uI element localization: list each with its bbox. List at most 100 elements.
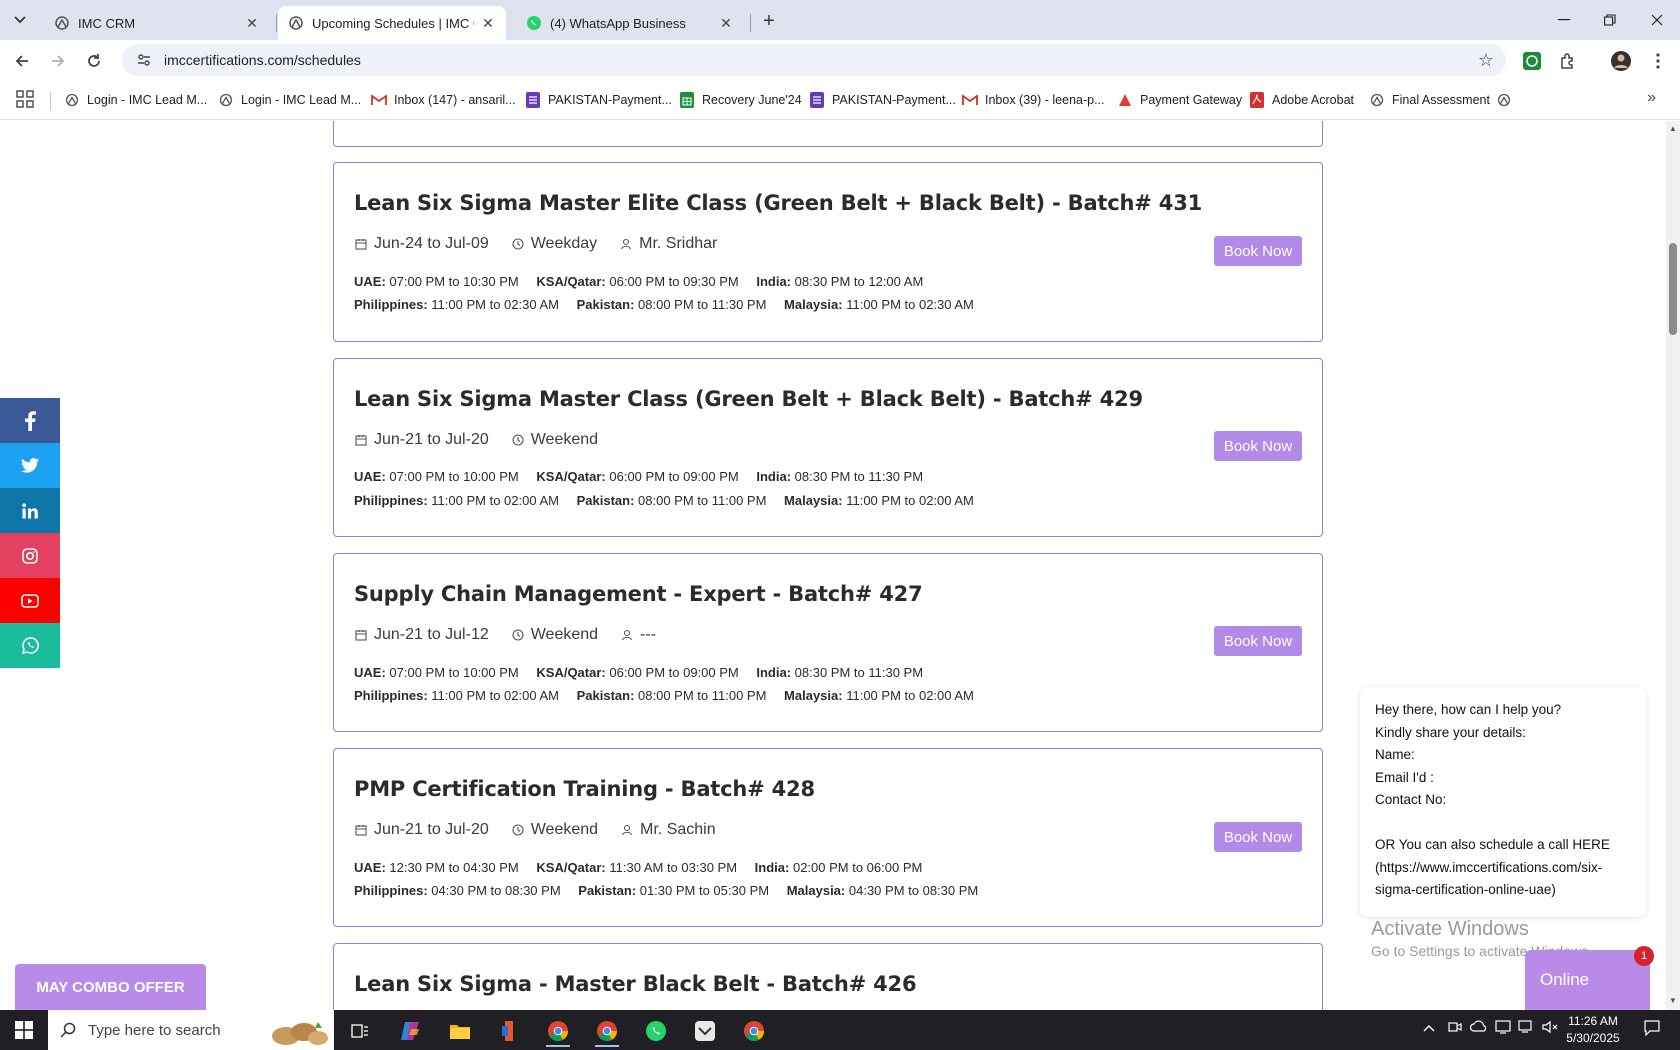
search-icon bbox=[60, 1022, 76, 1038]
close-icon[interactable]: ✕ bbox=[480, 15, 496, 31]
taskbar-search-box[interactable]: Type here to search bbox=[48, 1010, 334, 1050]
imc-logo-icon bbox=[218, 92, 234, 108]
profile-avatar[interactable] bbox=[1610, 50, 1632, 72]
whatsapp-share-button[interactable] bbox=[0, 623, 60, 668]
youtube-icon bbox=[21, 593, 39, 608]
restore-icon[interactable] bbox=[1598, 8, 1622, 32]
app-pinned-icon[interactable] bbox=[489, 1015, 529, 1047]
bookmarks-bar: Login - IMC Lead M... Login - IMC Lead M… bbox=[0, 80, 1680, 120]
bookmark-item[interactable]: Inbox (147) - ansaril... bbox=[371, 90, 516, 110]
copilot-icon[interactable] bbox=[390, 1015, 430, 1047]
trainer-text: Mr. Sridhar bbox=[639, 235, 718, 252]
bookmark-item[interactable]: Payment Gateway bbox=[1117, 90, 1242, 110]
scroll-up-arrow-icon[interactable]: ▲ bbox=[1669, 125, 1677, 133]
network-icon[interactable] bbox=[1518, 1020, 1534, 1037]
user-icon bbox=[620, 823, 634, 837]
dates-text: Jun-21 to Jul-12 bbox=[374, 626, 489, 643]
bookmark-label: Login - IMC Lead M... bbox=[241, 93, 362, 107]
windows-start-button[interactable] bbox=[0, 1010, 48, 1050]
timezone-row: Philippines: 04:30 PM to 08:30 PM Pakist… bbox=[354, 883, 979, 898]
facebook-share-button[interactable] bbox=[0, 398, 60, 443]
show-hidden-icons-chevron[interactable] bbox=[1423, 1020, 1435, 1035]
page-scrollbar[interactable]: ▲ ▼ bbox=[1666, 121, 1680, 1010]
book-now-button[interactable]: Book Now bbox=[1214, 626, 1302, 656]
window-close-icon[interactable] bbox=[1645, 8, 1669, 32]
bookmark-item[interactable] bbox=[1496, 90, 1519, 110]
book-now-button[interactable]: Book Now bbox=[1214, 431, 1302, 461]
linkedin-share-button[interactable] bbox=[0, 488, 60, 533]
file-explorer-icon[interactable] bbox=[440, 1015, 480, 1047]
site-info-icon[interactable] bbox=[136, 52, 152, 68]
adobe-acrobat-icon bbox=[1249, 92, 1265, 108]
close-icon[interactable]: ✕ bbox=[244, 15, 260, 31]
bookmark-label: Inbox (147) - ansaril... bbox=[394, 93, 516, 107]
youtube-share-button[interactable] bbox=[0, 578, 60, 623]
onedrive-cloud-icon[interactable] bbox=[1469, 1020, 1488, 1035]
close-icon[interactable]: ✕ bbox=[718, 15, 734, 31]
minimize-icon[interactable] bbox=[1552, 8, 1576, 32]
twitter-share-button[interactable] bbox=[0, 443, 60, 488]
book-now-button[interactable]: Book Now bbox=[1214, 822, 1302, 852]
chat-online-button[interactable]: Online bbox=[1525, 950, 1650, 1010]
bookmark-item[interactable]: PAKISTAN-Payment... bbox=[525, 90, 672, 110]
bookmark-item[interactable]: Recovery June'24 bbox=[679, 90, 802, 110]
bookmark-item[interactable]: PAKISTAN-Payment... bbox=[809, 90, 956, 110]
bookmark-item[interactable]: Login - IMC Lead M... bbox=[218, 90, 361, 110]
back-arrow-icon[interactable] bbox=[9, 48, 35, 74]
chat-notification-badge: 1 bbox=[1634, 946, 1654, 966]
bookmark-label: Login - IMC Lead M... bbox=[87, 93, 208, 107]
course-trainer: --- bbox=[620, 626, 656, 644]
chrome-taskbar-icon[interactable] bbox=[587, 1015, 627, 1047]
scroll-down-arrow-icon[interactable]: ▼ bbox=[1669, 997, 1677, 1005]
windows-taskbar: Type here to search 11:26 AM 5/30/2025 bbox=[0, 1010, 1680, 1050]
gmail-icon bbox=[371, 92, 387, 108]
clock-icon bbox=[511, 237, 525, 251]
book-now-button[interactable]: Book Now bbox=[1214, 236, 1302, 266]
timezone-row: Philippines: 11:00 PM to 02:00 AM Pakist… bbox=[354, 688, 974, 703]
windows-logo-icon bbox=[15, 1021, 33, 1039]
may-combo-offer-button[interactable]: MAY COMBO OFFER bbox=[15, 964, 206, 1010]
whatsapp-extension-icon[interactable] bbox=[1521, 50, 1543, 72]
bookmark-star-icon[interactable]: ☆ bbox=[1478, 50, 1494, 71]
search-placeholder: Type here to search bbox=[88, 1021, 221, 1039]
clock-app-icon[interactable] bbox=[685, 1015, 725, 1047]
reload-icon[interactable] bbox=[81, 48, 107, 74]
bookmark-item[interactable]: Adobe Acrobat bbox=[1249, 90, 1354, 110]
tab-whatsapp-business[interactable]: (4) WhatsApp Business ✕ bbox=[516, 6, 744, 40]
schedule-card: PMP Certification Training - Batch# 428 … bbox=[333, 748, 1323, 927]
forward-arrow-icon[interactable] bbox=[45, 48, 71, 74]
bookmark-label: Inbox (39) - leena-p... bbox=[985, 93, 1105, 107]
chrome-taskbar-icon[interactable] bbox=[538, 1015, 578, 1047]
instagram-share-button[interactable] bbox=[0, 533, 60, 578]
bookmarks-overflow-icon[interactable]: » bbox=[1647, 89, 1656, 107]
tab-imc-crm[interactable]: IMC CRM ✕ bbox=[44, 6, 270, 40]
extensions-puzzle-icon[interactable] bbox=[1557, 50, 1579, 72]
system-clock[interactable]: 11:26 AM 5/30/2025 bbox=[1553, 1013, 1633, 1047]
new-tab-button[interactable]: + bbox=[757, 9, 781, 33]
tab-upcoming-schedules[interactable]: Upcoming Schedules | IMC Certi ✕ bbox=[278, 6, 506, 40]
bookmark-item[interactable]: Login - IMC Lead M... bbox=[64, 90, 207, 110]
kebab-menu-icon[interactable] bbox=[1647, 50, 1669, 72]
whatsapp-icon bbox=[21, 637, 39, 654]
address-bar[interactable]: imccertifications.com/schedules ☆ bbox=[122, 44, 1506, 76]
course-trainer: Mr. Sachin bbox=[620, 821, 716, 839]
whatsapp-taskbar-icon[interactable] bbox=[636, 1015, 676, 1047]
meet-now-icon[interactable] bbox=[1448, 1020, 1462, 1037]
linkedin-icon bbox=[22, 502, 38, 518]
notifications-icon[interactable] bbox=[1644, 1020, 1660, 1039]
bookmark-item[interactable]: Final Assessment bbox=[1369, 90, 1490, 110]
timezone-row: Philippines: 11:00 PM to 02:30 AM Pakist… bbox=[354, 297, 974, 312]
tab-search-icon[interactable] bbox=[8, 8, 32, 32]
scroll-thumb[interactable] bbox=[1669, 243, 1677, 335]
course-title: Supply Chain Management - Expert - Batch… bbox=[354, 582, 923, 606]
schedule-card: Lean Six Sigma - Master Black Belt - Bat… bbox=[333, 943, 1323, 1010]
task-view-icon[interactable] bbox=[340, 1015, 380, 1047]
trainer-text: --- bbox=[640, 626, 657, 643]
schedule-card: Lean Six Sigma Master Elite Class (Green… bbox=[333, 162, 1323, 342]
display-icon[interactable] bbox=[1495, 1020, 1511, 1037]
apps-grid-icon[interactable] bbox=[16, 90, 36, 110]
clock-icon bbox=[511, 628, 525, 642]
chrome-taskbar-icon[interactable] bbox=[734, 1015, 774, 1047]
timezone-row: UAE: 12:30 PM to 04:30 PM KSA/Qatar: 11:… bbox=[354, 860, 923, 875]
bookmark-item[interactable]: Inbox (39) - leena-p... bbox=[962, 90, 1105, 110]
